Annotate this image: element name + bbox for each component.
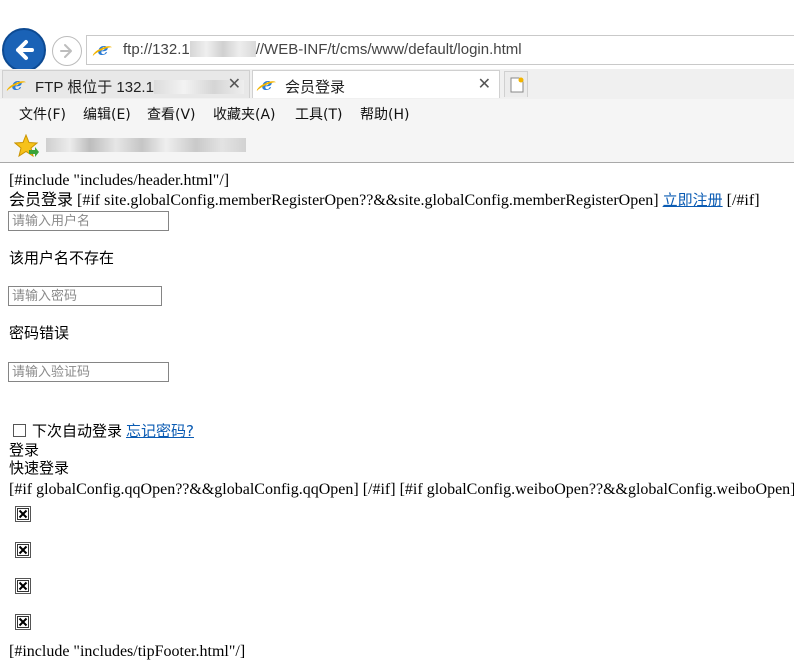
menu-view[interactable]: 查看(V) xyxy=(147,104,196,124)
new-tab-button[interactable] xyxy=(504,71,528,97)
ie-tab-icon: e xyxy=(259,77,275,94)
username-error: 该用户名不存在 xyxy=(9,249,115,267)
redacted-block xyxy=(189,41,256,57)
ie-page-icon: e xyxy=(95,42,111,59)
tab-label: 会员登录 xyxy=(285,79,346,96)
tab-label: FTP 根位于 132.1 xyxy=(35,76,244,97)
favorites-star-icon[interactable] xyxy=(14,134,40,158)
page-content: [#include "includes/header.html"/] 会员登录 … xyxy=(0,163,794,669)
captcha-input[interactable] xyxy=(8,362,169,382)
back-arrow-icon xyxy=(16,40,34,60)
menu-file[interactable]: 文件(F) xyxy=(19,104,66,124)
broken-image-icon xyxy=(17,508,29,520)
broken-image-icon xyxy=(17,580,29,592)
remember-label: 下次自动登录 xyxy=(32,422,123,440)
favorites-bar xyxy=(0,127,794,163)
redacted-favorites xyxy=(46,138,246,152)
back-button[interactable] xyxy=(2,28,46,72)
address-bar[interactable]: e ftp://132.1//WEB-INF/t/cms/www/default… xyxy=(86,35,794,65)
quick-login-label: 快速登录 xyxy=(9,459,70,477)
broken-image-other[interactable] xyxy=(15,614,31,630)
close-icon[interactable]: ✕ xyxy=(478,74,491,93)
ie-tab-icon: e xyxy=(9,77,25,94)
password-error: 密码错误 xyxy=(9,324,70,342)
password-input[interactable] xyxy=(8,286,162,306)
member-login-text: 会员登录 [#if site.globalConfig.memberRegist… xyxy=(9,192,663,209)
broken-image-icon xyxy=(17,544,29,556)
forgot-password-link[interactable]: 忘记密码? xyxy=(126,422,194,440)
include-header-directive: [#include "includes/header.html"/] xyxy=(9,172,230,189)
forward-button[interactable] xyxy=(52,36,82,66)
menu-favorites[interactable]: 收藏夹(A) xyxy=(213,104,276,124)
close-icon[interactable]: ✕ xyxy=(228,74,241,93)
forward-arrow-icon xyxy=(60,44,72,58)
tab-ftp-root[interactable]: e FTP 根位于 132.1 ✕ xyxy=(2,70,250,98)
menu-tools[interactable]: 工具(T) xyxy=(295,104,342,124)
browser-chrome: e ftp://132.1//WEB-INF/t/cms/www/default… xyxy=(0,0,794,163)
username-input[interactable] xyxy=(8,211,169,231)
login-line-after: [/#if] xyxy=(722,192,760,209)
oauth-conditions-directive: [#if globalConfig.qqOpen??&&globalConfig… xyxy=(9,481,794,498)
menu-help[interactable]: 帮助(H) xyxy=(360,104,409,124)
broken-image-wechat[interactable] xyxy=(15,578,31,594)
include-footer-directive: [#include "includes/tipFooter.html"/] xyxy=(9,643,246,660)
menu-bar: 文件(F) 编辑(E) 查看(V) 收藏夹(A) 工具(T) 帮助(H) xyxy=(0,99,794,127)
remember-checkbox[interactable] xyxy=(13,424,26,437)
address-text[interactable]: ftp://132.1//WEB-INF/t/cms/www/default/l… xyxy=(123,41,522,58)
broken-image-qq[interactable] xyxy=(15,506,31,522)
broken-image-icon xyxy=(17,616,29,628)
register-link[interactable]: 立即注册 xyxy=(663,191,723,209)
tab-member-login[interactable]: e 会员登录 ✕ xyxy=(252,70,500,98)
remember-row: 下次自动登录 忘记密码? xyxy=(13,422,194,441)
new-tab-icon xyxy=(510,77,524,93)
tab-bar: e FTP 根位于 132.1 ✕ e 会员登录 ✕ xyxy=(0,69,794,100)
broken-image-weibo[interactable] xyxy=(15,542,31,558)
login-button[interactable]: 登录 xyxy=(9,441,39,459)
member-login-line: 会员登录 [#if site.globalConfig.memberRegist… xyxy=(9,191,760,210)
menu-edit[interactable]: 编辑(E) xyxy=(83,104,131,124)
